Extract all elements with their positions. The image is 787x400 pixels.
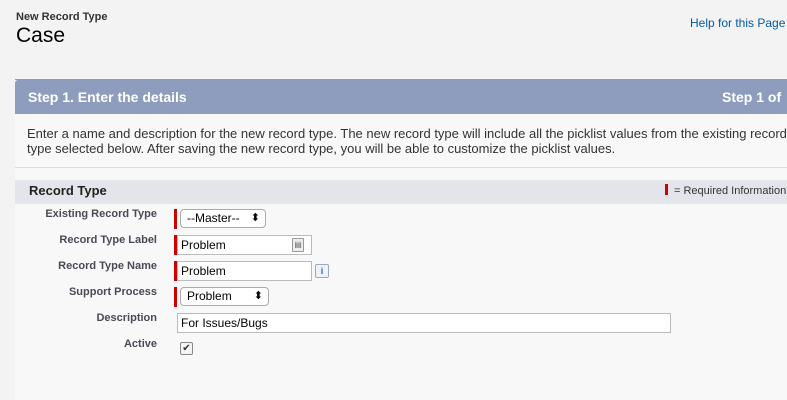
record-type-panel: Step 1. Enter the details Step 1 of Ente… <box>15 79 787 400</box>
section-title: Record Type <box>29 183 107 198</box>
intro-text: Enter a name and description for the new… <box>27 126 787 156</box>
help-link-label[interactable]: Help for this Page <box>690 16 785 30</box>
existing-record-type-value: --Master-- <box>187 211 240 225</box>
info-icon[interactable]: i <box>315 264 329 278</box>
page-subtitle: New Record Type <box>16 11 108 23</box>
required-legend-text: = Required Information <box>674 185 787 197</box>
required-marker <box>174 287 177 307</box>
support-process-value: Problem <box>187 289 232 303</box>
record-type-name-label: Record Type Name <box>58 260 157 272</box>
divider <box>15 167 787 168</box>
contact-card-icon: ▤ <box>292 238 304 252</box>
record-type-label-label: Record Type Label <box>59 234 157 246</box>
step-count: Step 1 of <box>722 89 782 105</box>
select-arrows-icon: ⬍ <box>250 212 260 224</box>
active-label: Active <box>123 338 157 350</box>
existing-record-type-label: Existing Record Type <box>45 208 157 220</box>
step-bar: Step 1. Enter the details Step 1 of <box>15 80 787 114</box>
record-type-name-input[interactable]: Problem <box>177 261 312 281</box>
section-header: Record Type = Required Information <box>15 180 787 204</box>
help-link[interactable]: Help for this Page <box>690 16 787 30</box>
step-title: Step 1. Enter the details <box>28 89 187 105</box>
required-marker-icon <box>665 184 668 195</box>
description-input[interactable]: For Issues/Bugs <box>177 313 671 333</box>
description-label: Description <box>96 312 157 324</box>
select-arrows-icon: ⬍ <box>253 290 263 302</box>
support-process-select[interactable]: Problem ⬍ <box>180 287 269 306</box>
existing-record-type-select[interactable]: --Master-- ⬍ <box>180 209 266 228</box>
support-process-label: Support Process <box>68 286 157 298</box>
page-title: Case <box>16 24 66 47</box>
active-checkbox[interactable]: ✔ <box>180 342 193 355</box>
required-marker <box>174 209 177 229</box>
required-legend: = Required Information <box>665 184 786 197</box>
page-header: New Record Type Case <box>16 11 108 48</box>
